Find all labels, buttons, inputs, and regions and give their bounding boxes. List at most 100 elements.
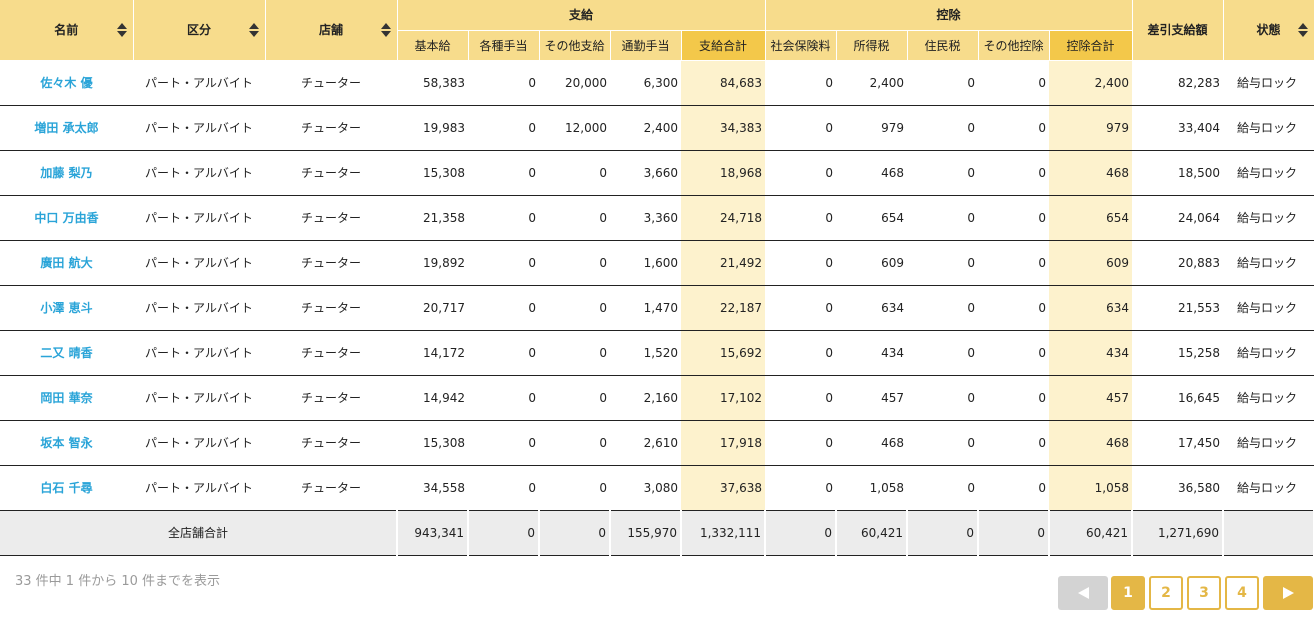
column-header-tsukin-teate: 通勤手当 bbox=[610, 30, 682, 61]
cell-kihonkyu: 19,983 bbox=[397, 105, 468, 151]
cell-kojo-gokei: 468 bbox=[1049, 150, 1133, 196]
cell-kakushu-teate: 0 bbox=[468, 465, 539, 511]
header-row-top: 名前 区分 店舗 支給 控除 差引支給額 状態 bbox=[0, 0, 1314, 61]
employee-kubun: パート・アルバイト bbox=[133, 330, 265, 376]
cell-kojo-gokei: 654 bbox=[1049, 195, 1133, 241]
cell-sonota-kojo: 0 bbox=[978, 150, 1050, 196]
employee-kubun: パート・アルバイト bbox=[133, 375, 265, 421]
column-header-shop-label: 店舗 bbox=[318, 23, 343, 38]
sort-icon[interactable] bbox=[116, 22, 127, 37]
page-button-1[interactable]: 1 bbox=[1111, 576, 1145, 610]
cell-kakushu-teate: 0 bbox=[468, 195, 539, 241]
cell-shotokuzei: 609 bbox=[836, 240, 908, 286]
cell-sonota-shikyu: 12,000 bbox=[539, 105, 610, 151]
employee-shop: チューター bbox=[265, 420, 397, 466]
cell-juminzei: 0 bbox=[907, 375, 979, 421]
cell-sonota-kojo: 0 bbox=[978, 285, 1050, 331]
sort-icon[interactable] bbox=[1297, 22, 1308, 37]
column-header-kakushu-teate: 各種手当 bbox=[468, 30, 540, 61]
cell-tsukin-teate: 3,360 bbox=[610, 195, 681, 241]
page-button-4[interactable]: 4 bbox=[1225, 576, 1259, 610]
next-page-button[interactable] bbox=[1263, 576, 1313, 610]
cell-sonota-kojo: 0 bbox=[978, 330, 1050, 376]
cell-tsukin-teate: 1,470 bbox=[610, 285, 681, 331]
cell-sashihiki: 18,500 bbox=[1132, 150, 1224, 196]
employee-name-link[interactable]: 増田 承太郎 bbox=[0, 105, 133, 151]
cell-juminzei: 0 bbox=[907, 105, 979, 151]
cell-kakushu-teate: 0 bbox=[468, 105, 539, 151]
column-header-sonota-kojo: その他控除 bbox=[978, 30, 1050, 61]
table-row: 増田 承太郎 パート・アルバイト チューター 19,983 0 12,000 2,400 34… bbox=[0, 105, 1314, 151]
employee-name-link[interactable]: 白石 千尋 bbox=[0, 465, 133, 511]
cell-status: 給与ロック bbox=[1223, 375, 1314, 421]
cell-sashihiki: 24,064 bbox=[1132, 195, 1224, 241]
employee-name-link[interactable]: 岡田 華奈 bbox=[0, 375, 133, 421]
cell-shakai-hoken: 0 bbox=[765, 195, 837, 241]
page-button-2[interactable]: 2 bbox=[1149, 576, 1183, 610]
table-row: 二又 晴香 パート・アルバイト チューター 14,172 0 0 1,520 15,692 0 4… bbox=[0, 330, 1314, 376]
cell-kihonkyu: 15,308 bbox=[397, 150, 468, 196]
employee-kubun: パート・アルバイト bbox=[133, 465, 265, 511]
cell-kihonkyu: 20,717 bbox=[397, 285, 468, 331]
employee-kubun: パート・アルバイト bbox=[133, 240, 265, 286]
cell-kihonkyu: 14,942 bbox=[397, 375, 468, 421]
cell-kojo-gokei: 457 bbox=[1049, 375, 1133, 421]
cell-shotokuzei: 654 bbox=[836, 195, 908, 241]
prev-page-button[interactable] bbox=[1058, 576, 1108, 610]
cell-sonota-shikyu: 20,000 bbox=[539, 60, 610, 106]
cell-tsukin-teate: 3,080 bbox=[610, 465, 681, 511]
employee-kubun: パート・アルバイト bbox=[133, 195, 265, 241]
cell-shikyu-gokei: 15,692 bbox=[681, 330, 766, 376]
cell-shikyu-gokei: 21,492 bbox=[681, 240, 766, 286]
cell-kihonkyu: 15,308 bbox=[397, 420, 468, 466]
sort-icon[interactable] bbox=[248, 22, 259, 37]
column-header-name-label: 名前 bbox=[54, 23, 79, 38]
employee-kubun: パート・アルバイト bbox=[133, 420, 265, 466]
cell-tsukin-teate: 3,660 bbox=[610, 150, 681, 196]
cell-juminzei: 0 bbox=[907, 195, 979, 241]
cell-shotokuzei: 434 bbox=[836, 330, 908, 376]
employee-name-link[interactable]: 二又 晴香 bbox=[0, 330, 133, 376]
sort-icon[interactable] bbox=[380, 22, 391, 37]
employee-name-link[interactable]: 佐々木 優 bbox=[0, 60, 133, 106]
column-header-kojo-gokei: 控除合計 bbox=[1049, 30, 1133, 61]
column-header-shakai-hoken: 社会保険料 bbox=[765, 30, 837, 61]
total-shotokuzei: 60,421 bbox=[836, 510, 909, 556]
table-row: 廣田 航大 パート・アルバイト チューター 19,892 0 0 1,600 21,492 0 6… bbox=[0, 240, 1314, 286]
cell-kojo-gokei: 1,058 bbox=[1049, 465, 1133, 511]
cell-shikyu-gokei: 17,102 bbox=[681, 375, 766, 421]
employee-name-link[interactable]: 坂本 智永 bbox=[0, 420, 133, 466]
triangle-left-icon bbox=[1077, 587, 1089, 599]
employee-shop: チューター bbox=[265, 195, 397, 241]
column-header-sonota-shikyu: その他支給 bbox=[539, 30, 611, 61]
employee-name-link[interactable]: 加藤 梨乃 bbox=[0, 150, 133, 196]
employee-name-link[interactable]: 中口 万由香 bbox=[0, 195, 133, 241]
cell-sashihiki: 15,258 bbox=[1132, 330, 1224, 376]
column-header-juminzei: 住民税 bbox=[907, 30, 979, 61]
page-button-3[interactable]: 3 bbox=[1187, 576, 1221, 610]
cell-sashihiki: 33,404 bbox=[1132, 105, 1224, 151]
cell-shikyu-gokei: 17,918 bbox=[681, 420, 766, 466]
employee-name-link[interactable]: 廣田 航大 bbox=[0, 240, 133, 286]
totals-row: 全店舗合計 943,341 0 0 155,970 1,332,111 0 60… bbox=[0, 510, 1314, 556]
cell-shotokuzei: 468 bbox=[836, 150, 908, 196]
cell-shikyu-gokei: 37,638 bbox=[681, 465, 766, 511]
employee-shop: チューター bbox=[265, 60, 397, 106]
employee-name-link[interactable]: 小澤 恵斗 bbox=[0, 285, 133, 331]
column-header-kubun[interactable]: 区分 bbox=[133, 0, 266, 61]
cell-shotokuzei: 468 bbox=[836, 420, 908, 466]
cell-tsukin-teate: 1,520 bbox=[610, 330, 681, 376]
pagination-summary: 33 件中 1 件から 10 件までを表示 bbox=[15, 574, 221, 589]
column-header-kubun-label: 区分 bbox=[186, 23, 211, 38]
column-header-shop[interactable]: 店舗 bbox=[265, 0, 398, 61]
cell-sonota-kojo: 0 bbox=[978, 195, 1050, 241]
column-header-status[interactable]: 状態 bbox=[1223, 0, 1314, 61]
cell-juminzei: 0 bbox=[907, 240, 979, 286]
cell-shikyu-gokei: 24,718 bbox=[681, 195, 766, 241]
cell-status: 給与ロック bbox=[1223, 285, 1314, 331]
column-header-name[interactable]: 名前 bbox=[0, 0, 134, 61]
cell-kojo-gokei: 468 bbox=[1049, 420, 1133, 466]
cell-kojo-gokei: 434 bbox=[1049, 330, 1133, 376]
cell-tsukin-teate: 2,610 bbox=[610, 420, 681, 466]
cell-juminzei: 0 bbox=[907, 285, 979, 331]
